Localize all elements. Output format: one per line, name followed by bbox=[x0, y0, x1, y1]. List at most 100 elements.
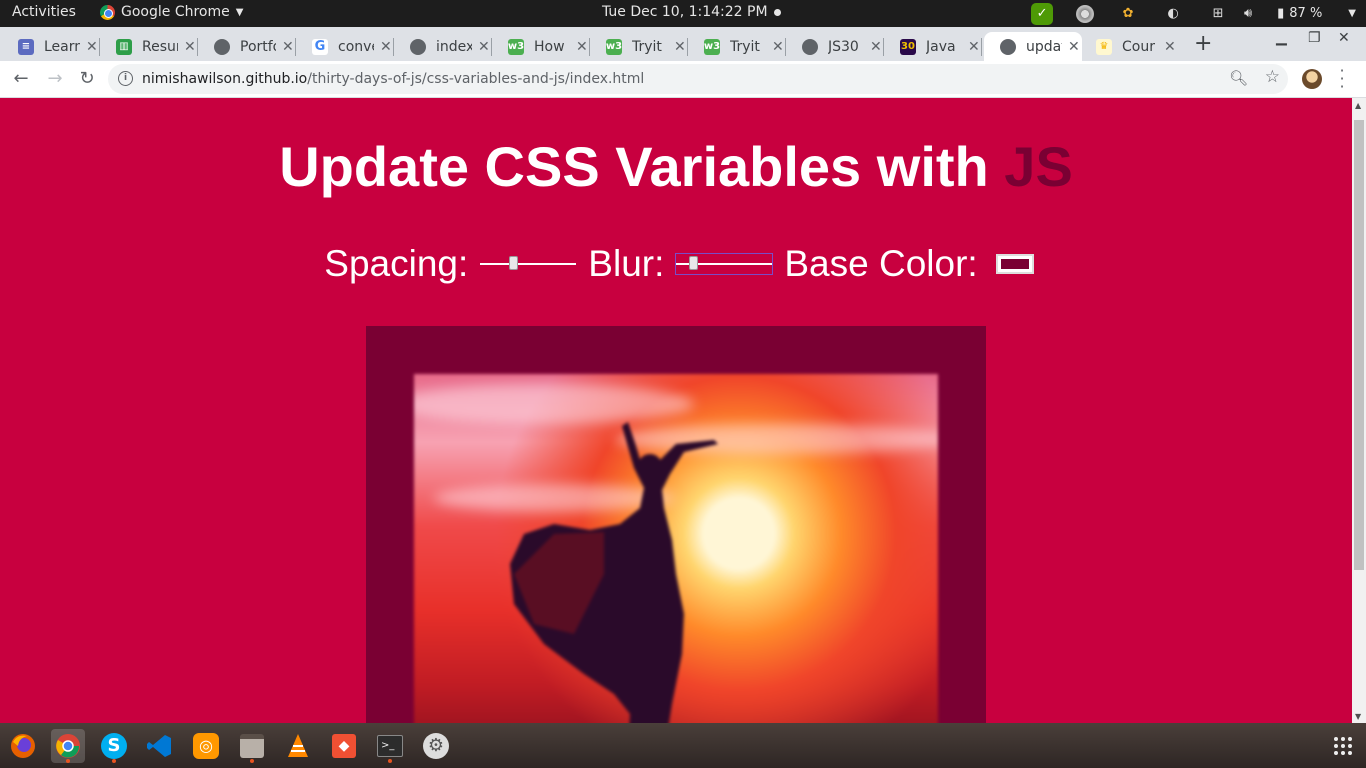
restore-button[interactable]: ❐ bbox=[1308, 30, 1321, 46]
bookmark-star-icon[interactable]: ☆ bbox=[1265, 67, 1280, 87]
slider-track bbox=[480, 263, 577, 265]
tab-tryit-1[interactable]: w3 Tryit ✕ bbox=[590, 32, 688, 61]
tab-title: How bbox=[534, 38, 565, 55]
spacing-slider[interactable] bbox=[480, 254, 577, 274]
clock[interactable]: Tue Dec 10, 1:14:22 PM bbox=[602, 4, 781, 20]
tab-cour[interactable]: ♛ Cour ✕ bbox=[1080, 32, 1178, 61]
close-icon[interactable]: ✕ bbox=[576, 39, 588, 55]
tab-tryit-2[interactable]: w3 Tryit ✕ bbox=[688, 32, 786, 61]
close-icon[interactable]: ✕ bbox=[968, 39, 980, 55]
close-icon[interactable]: ✕ bbox=[478, 39, 490, 55]
tab-learn[interactable]: ≡ Learn ✕ bbox=[2, 32, 100, 61]
fish-icon[interactable]: ✿ bbox=[1117, 3, 1139, 25]
activities-button[interactable]: Activities bbox=[12, 4, 76, 20]
network-indicator-icon[interactable]: ◐ bbox=[1162, 3, 1184, 25]
tab-convert[interactable]: G convert ✕ bbox=[296, 32, 394, 61]
tab-strip: ≡ Learn ✕ ▥ Resume ✕ Portfolio ✕ G conve… bbox=[0, 27, 1366, 61]
tab-portfolio[interactable]: Portfolio ✕ bbox=[198, 32, 296, 61]
close-icon[interactable]: ✕ bbox=[1164, 39, 1176, 55]
page-content: Update CSS Variables with JS Spacing: Bl… bbox=[0, 98, 1352, 723]
globe-icon bbox=[214, 38, 230, 55]
back-button[interactable]: ← bbox=[10, 68, 32, 90]
battery-indicator[interactable]: ▮ 87 % bbox=[1277, 6, 1322, 21]
chrome-icon[interactable] bbox=[51, 729, 85, 763]
tab-index[interactable]: index ✕ bbox=[394, 32, 492, 61]
chrome-icon bbox=[100, 4, 115, 20]
title-highlight: JS bbox=[1004, 135, 1073, 198]
info-icon[interactable]: i bbox=[118, 71, 133, 86]
page-scrollbar[interactable]: ▲ ▼ bbox=[1352, 98, 1366, 723]
scrollbar-thumb[interactable] bbox=[1354, 120, 1364, 570]
files-icon[interactable] bbox=[235, 729, 269, 763]
tab-update[interactable]: update ✕ bbox=[984, 32, 1082, 61]
close-icon[interactable]: ✕ bbox=[870, 39, 882, 55]
url-text[interactable]: nimishawilson.github.io/thirty-days-of-j… bbox=[142, 71, 644, 87]
tab-title: Learn bbox=[44, 38, 80, 55]
tab-title: Tryit bbox=[730, 38, 760, 55]
close-icon[interactable]: ✕ bbox=[184, 39, 196, 55]
address-bar[interactable]: i nimishawilson.github.io/thirty-days-of… bbox=[108, 64, 1288, 94]
tab-js30[interactable]: JS30 ✕ bbox=[786, 32, 884, 61]
close-icon[interactable]: ✕ bbox=[86, 39, 98, 55]
w3schools-icon: w3 bbox=[508, 38, 524, 55]
forward-button[interactable]: → bbox=[44, 68, 66, 90]
globe-icon bbox=[802, 38, 818, 55]
tab-title: Portfolio bbox=[240, 38, 276, 55]
system-tray[interactable]: ✓ ✿ ◐ ⊞ 🔊︎ ▮ 87 % ▼ bbox=[1008, 0, 1366, 27]
slider-thumb[interactable] bbox=[509, 256, 519, 270]
settings-icon[interactable]: ⚙ bbox=[419, 729, 453, 763]
volume-icon[interactable]: 🔊︎ bbox=[1237, 3, 1259, 25]
minimize-button[interactable]: ▁ bbox=[1276, 30, 1287, 46]
check-icon[interactable]: ✓ bbox=[1031, 2, 1054, 25]
close-window-button[interactable]: ✕ bbox=[1338, 30, 1350, 46]
browser-toolbar: ← → ↻ i nimishawilson.github.io/thirty-d… bbox=[0, 61, 1366, 98]
reload-button[interactable]: ↻ bbox=[76, 68, 98, 90]
tab-title: convert bbox=[338, 38, 374, 55]
w3schools-icon: w3 bbox=[606, 38, 622, 55]
base-color-picker[interactable] bbox=[995, 254, 1034, 274]
crown-icon: ♛ bbox=[1096, 38, 1112, 55]
blur-label: Blur: bbox=[588, 243, 665, 284]
scroll-down-arrow-icon[interactable]: ▼ bbox=[1355, 712, 1361, 721]
notification-dot-icon bbox=[773, 8, 781, 16]
chevron-down-icon[interactable]: ▼ bbox=[1348, 8, 1356, 19]
wired-network-icon[interactable]: ⊞ bbox=[1207, 3, 1229, 25]
system-top-bar: Activities Google Chrome ▼ Tue Dec 10, 1… bbox=[0, 0, 1366, 27]
tab-java[interactable]: 30 Java ✕ bbox=[884, 32, 982, 61]
tab-title: Java bbox=[926, 38, 956, 55]
app-name: Google Chrome bbox=[121, 4, 230, 20]
scroll-up-arrow-icon[interactable]: ▲ bbox=[1355, 101, 1361, 110]
clock-text: Tue Dec 10, 1:14:22 PM bbox=[602, 4, 768, 20]
chrome-menu-icon[interactable]: · · · bbox=[1338, 63, 1346, 95]
color-swatch bbox=[1000, 259, 1029, 269]
close-icon[interactable]: ✕ bbox=[380, 39, 392, 55]
controls: Spacing: Blur: Base Color: bbox=[0, 243, 1352, 285]
close-icon[interactable]: ✕ bbox=[282, 39, 294, 55]
close-icon[interactable]: ✕ bbox=[1068, 39, 1080, 55]
js30-icon: 30 bbox=[900, 38, 916, 55]
image-frame bbox=[366, 326, 986, 723]
terminal-icon[interactable]: >_ bbox=[373, 729, 407, 763]
zoom-icon[interactable]: 🔍︎ bbox=[1229, 69, 1248, 87]
record-icon[interactable] bbox=[1076, 4, 1095, 23]
blur-slider[interactable] bbox=[675, 253, 774, 275]
slider-thumb[interactable] bbox=[689, 256, 699, 270]
globe-icon bbox=[1000, 38, 1016, 55]
vscode-icon[interactable] bbox=[143, 729, 177, 763]
google-icon: G bbox=[312, 38, 328, 55]
skype-icon[interactable]: S bbox=[97, 729, 131, 763]
dancer-silhouette bbox=[510, 422, 718, 723]
vlc-icon[interactable] bbox=[281, 729, 315, 763]
git-icon[interactable]: ◆ bbox=[327, 729, 361, 763]
show-applications-icon[interactable] bbox=[1334, 737, 1352, 755]
tab-how[interactable]: w3 How ✕ bbox=[492, 32, 590, 61]
close-icon[interactable]: ✕ bbox=[674, 39, 686, 55]
firefox-icon[interactable] bbox=[6, 729, 40, 763]
app-menu[interactable]: Google Chrome ▼ bbox=[100, 4, 243, 20]
close-icon[interactable]: ✕ bbox=[772, 39, 784, 55]
tab-resume[interactable]: ▥ Resume ✕ bbox=[100, 32, 198, 61]
url-path: /thirty-days-of-js/css-variables-and-js/… bbox=[307, 71, 645, 87]
sublime-icon[interactable]: ◎ bbox=[189, 729, 223, 763]
new-tab-button[interactable]: + bbox=[1194, 31, 1212, 56]
profile-avatar[interactable] bbox=[1302, 69, 1322, 89]
